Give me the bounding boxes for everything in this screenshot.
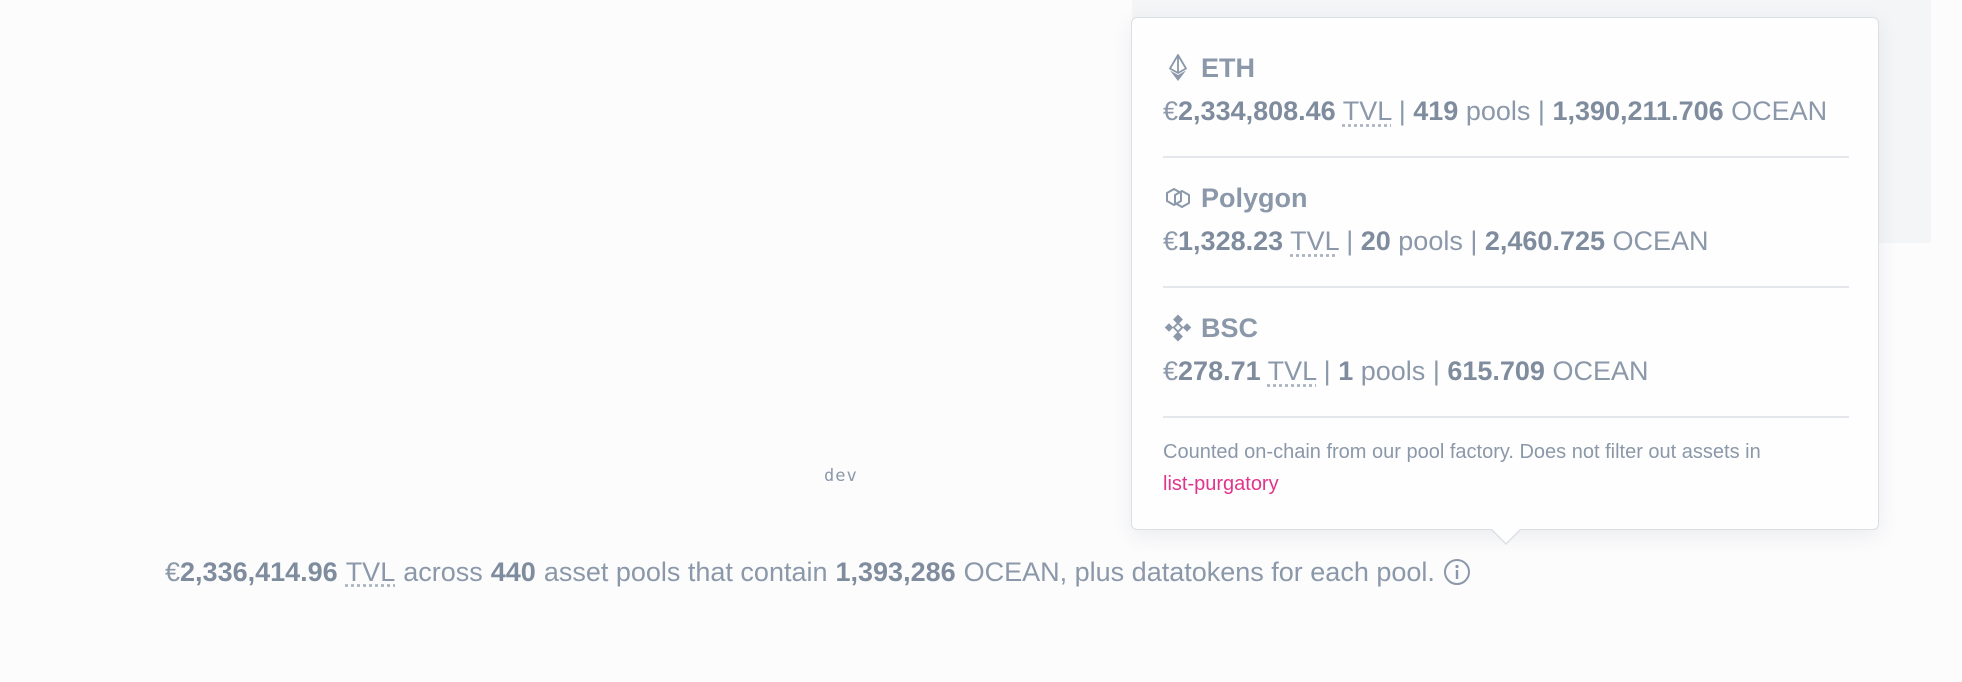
footnote-text: Counted on-chain from our pool factory. … — [1163, 441, 1761, 463]
network-breakdown-tooltip: ETH €2,334,808.46 TVL | 419 pools | 1,39… — [1131, 17, 1879, 530]
currency-symbol: € — [1163, 226, 1179, 256]
network-name: ETH — [1201, 52, 1255, 83]
network-ocean-amount: 615.709 — [1447, 356, 1545, 386]
currency-symbol: € — [165, 556, 181, 587]
network-tvl: 278.71 — [1178, 356, 1261, 386]
binance-icon — [1164, 314, 1192, 342]
currency-symbol: € — [1163, 356, 1179, 386]
separator: | — [1398, 96, 1406, 126]
pools-label: pools — [1360, 356, 1426, 386]
network-stats: €1,328.23 TVL | 20 pools | 2,460.725 OCE… — [1163, 226, 1849, 262]
currency-symbol: € — [1163, 96, 1179, 126]
separator: | — [1537, 96, 1545, 126]
ocean-label: OCEAN — [1552, 356, 1649, 386]
network-tvl: 2,334,808.46 — [1178, 96, 1336, 126]
network-row-eth: ETH €2,334,808.46 TVL | 419 pools | 1,39… — [1163, 50, 1849, 132]
pools-text: asset pools that contain — [543, 556, 828, 587]
tvl-abbr: TVL — [345, 556, 396, 587]
network-pool-count: 1 — [1338, 356, 1354, 386]
divider — [1163, 286, 1849, 288]
separator: | — [1323, 356, 1331, 386]
pool-count: 440 — [490, 556, 536, 587]
network-stats: €2,334,808.46 TVL | 419 pools | 1,390,21… — [1163, 96, 1849, 132]
tvl-summary: €2,336,414.96 TVL across 440 asset pools tha… — [165, 554, 1471, 590]
network-pool-count: 419 — [1413, 96, 1459, 126]
ethereum-icon — [1169, 54, 1187, 81]
dev-label: dev — [824, 466, 858, 486]
pools-label: pools — [1465, 96, 1531, 126]
tvl-abbr: TVL — [1342, 96, 1392, 126]
divider — [1163, 156, 1849, 158]
separator: | — [1470, 226, 1478, 256]
network-stats: €278.71 TVL | 1 pools | 615.709 OCEAN — [1163, 356, 1849, 392]
pools-label: pools — [1398, 226, 1463, 256]
network-ocean-amount: 2,460.725 — [1484, 226, 1605, 256]
network-pool-count: 20 — [1360, 226, 1391, 256]
separator: | — [1346, 226, 1354, 256]
total-tvl-value: 2,336,414.96 — [180, 556, 338, 587]
across-text: across — [403, 556, 483, 587]
network-row-bsc: BSC €278.71 TVL | 1 pools | 615.709 OCEA… — [1163, 310, 1849, 392]
list-purgatory-link[interactable]: list-purgatory — [1163, 473, 1279, 495]
tvl-abbr: TVL — [1290, 226, 1339, 256]
tooltip-arrow — [1491, 529, 1521, 545]
ocean-label: OCEAN — [1731, 96, 1828, 126]
polygon-icon — [1166, 188, 1190, 208]
network-tvl: 1,328.23 — [1178, 226, 1284, 256]
network-row-polygon: Polygon €1,328.23 TVL | 20 pools | 2,460… — [1163, 180, 1849, 262]
ocean-amount: 1,393,286 — [835, 556, 956, 587]
separator: | — [1432, 356, 1440, 386]
network-name: BSC — [1201, 312, 1259, 343]
tvl-abbr: TVL — [1267, 356, 1317, 386]
divider — [1163, 416, 1849, 418]
network-ocean-amount: 1,390,211.706 — [1552, 96, 1724, 126]
network-name: Polygon — [1201, 182, 1308, 213]
ocean-label: OCEAN — [1612, 226, 1709, 256]
info-circle-icon[interactable] — [1443, 558, 1471, 586]
ocean-text: OCEAN, plus datatokens for each pool. — [963, 556, 1435, 587]
tooltip-footnote: Counted on-chain from our pool factory. … — [1163, 436, 1853, 500]
